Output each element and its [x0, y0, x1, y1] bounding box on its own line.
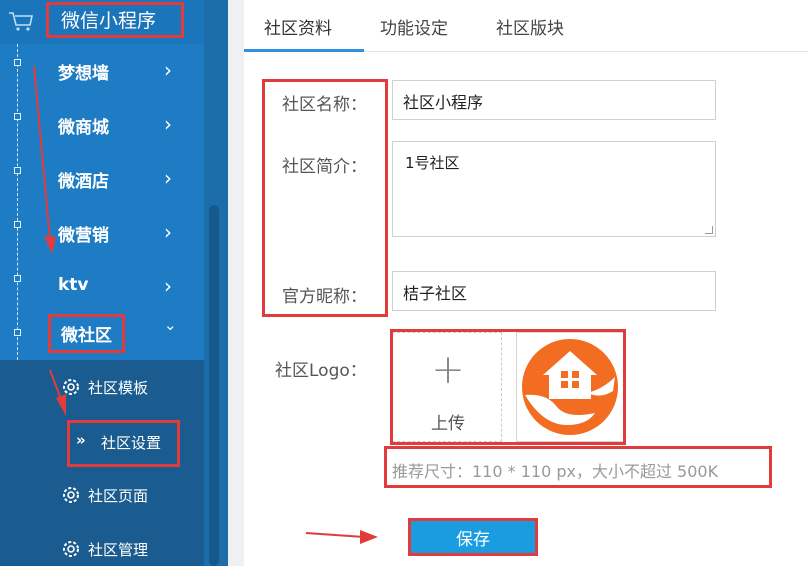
- resize-handle-icon[interactable]: [705, 226, 713, 234]
- submenu-item-pages[interactable]: 社区页面: [0, 470, 204, 520]
- annotation-arrow-icon: [33, 65, 66, 416]
- main-panel: 社区资料 功能设定 社区版块 社区名称： 社区简介： 官方昵称： 社区小程序 1…: [244, 0, 808, 566]
- tab-feature-settings[interactable]: 功能设定: [380, 14, 448, 39]
- annotation-arrow-icon: [305, 530, 378, 544]
- chevron-down-icon: ⌄: [164, 316, 177, 334]
- submenu-item-settings[interactable]: » 社区设置: [0, 420, 204, 470]
- chevron-right-icon: ›: [164, 220, 172, 244]
- submenu-item-label: 社区管理: [88, 541, 149, 559]
- logo-label: 社区Logo：: [275, 361, 367, 381]
- app-title[interactable]: 微信小程序: [46, 2, 184, 38]
- highlight-box: [390, 329, 626, 445]
- save-button[interactable]: 保存: [408, 518, 538, 556]
- chevron-right-icon: ›: [164, 274, 172, 298]
- gear-icon: [63, 541, 79, 557]
- chevron-right-icon: ›: [164, 166, 172, 190]
- sidebar-scrollbar-thumb[interactable]: [209, 205, 219, 566]
- community-name-input[interactable]: 社区小程序: [392, 80, 716, 120]
- submenu-item-label: 社区页面: [88, 487, 149, 505]
- tab-community-sections[interactable]: 社区版块: [496, 14, 564, 39]
- official-nickname-input[interactable]: 桔子社区: [392, 271, 716, 311]
- logo-size-hint: 推荐尺寸：110 * 110 px，大小不超过 500K: [392, 462, 719, 481]
- double-chevron-right-icon: »: [76, 431, 86, 449]
- community-intro-text: 1号社区: [405, 154, 460, 172]
- chevron-right-icon: ›: [164, 58, 172, 82]
- name-label: 社区名称：: [282, 95, 367, 115]
- community-intro-textarea[interactable]: 1号社区: [392, 141, 716, 237]
- submenu-item-label: 社区设置: [101, 434, 162, 452]
- nickname-label: 官方昵称：: [282, 287, 367, 307]
- tab-community-info[interactable]: 社区资料: [264, 14, 332, 39]
- intro-label: 社区简介：: [282, 157, 367, 177]
- submenu-item-label: 社区模板: [88, 379, 149, 397]
- active-tab-indicator: [244, 49, 364, 52]
- submenu-item-management[interactable]: 社区管理: [0, 524, 204, 566]
- gear-icon: [63, 487, 79, 503]
- tab-bar: 社区资料 功能设定 社区版块: [244, 0, 808, 52]
- chevron-right-icon: ›: [164, 112, 172, 136]
- sidebar-header: 微信小程序: [0, 0, 204, 44]
- cart-icon[interactable]: [8, 10, 34, 32]
